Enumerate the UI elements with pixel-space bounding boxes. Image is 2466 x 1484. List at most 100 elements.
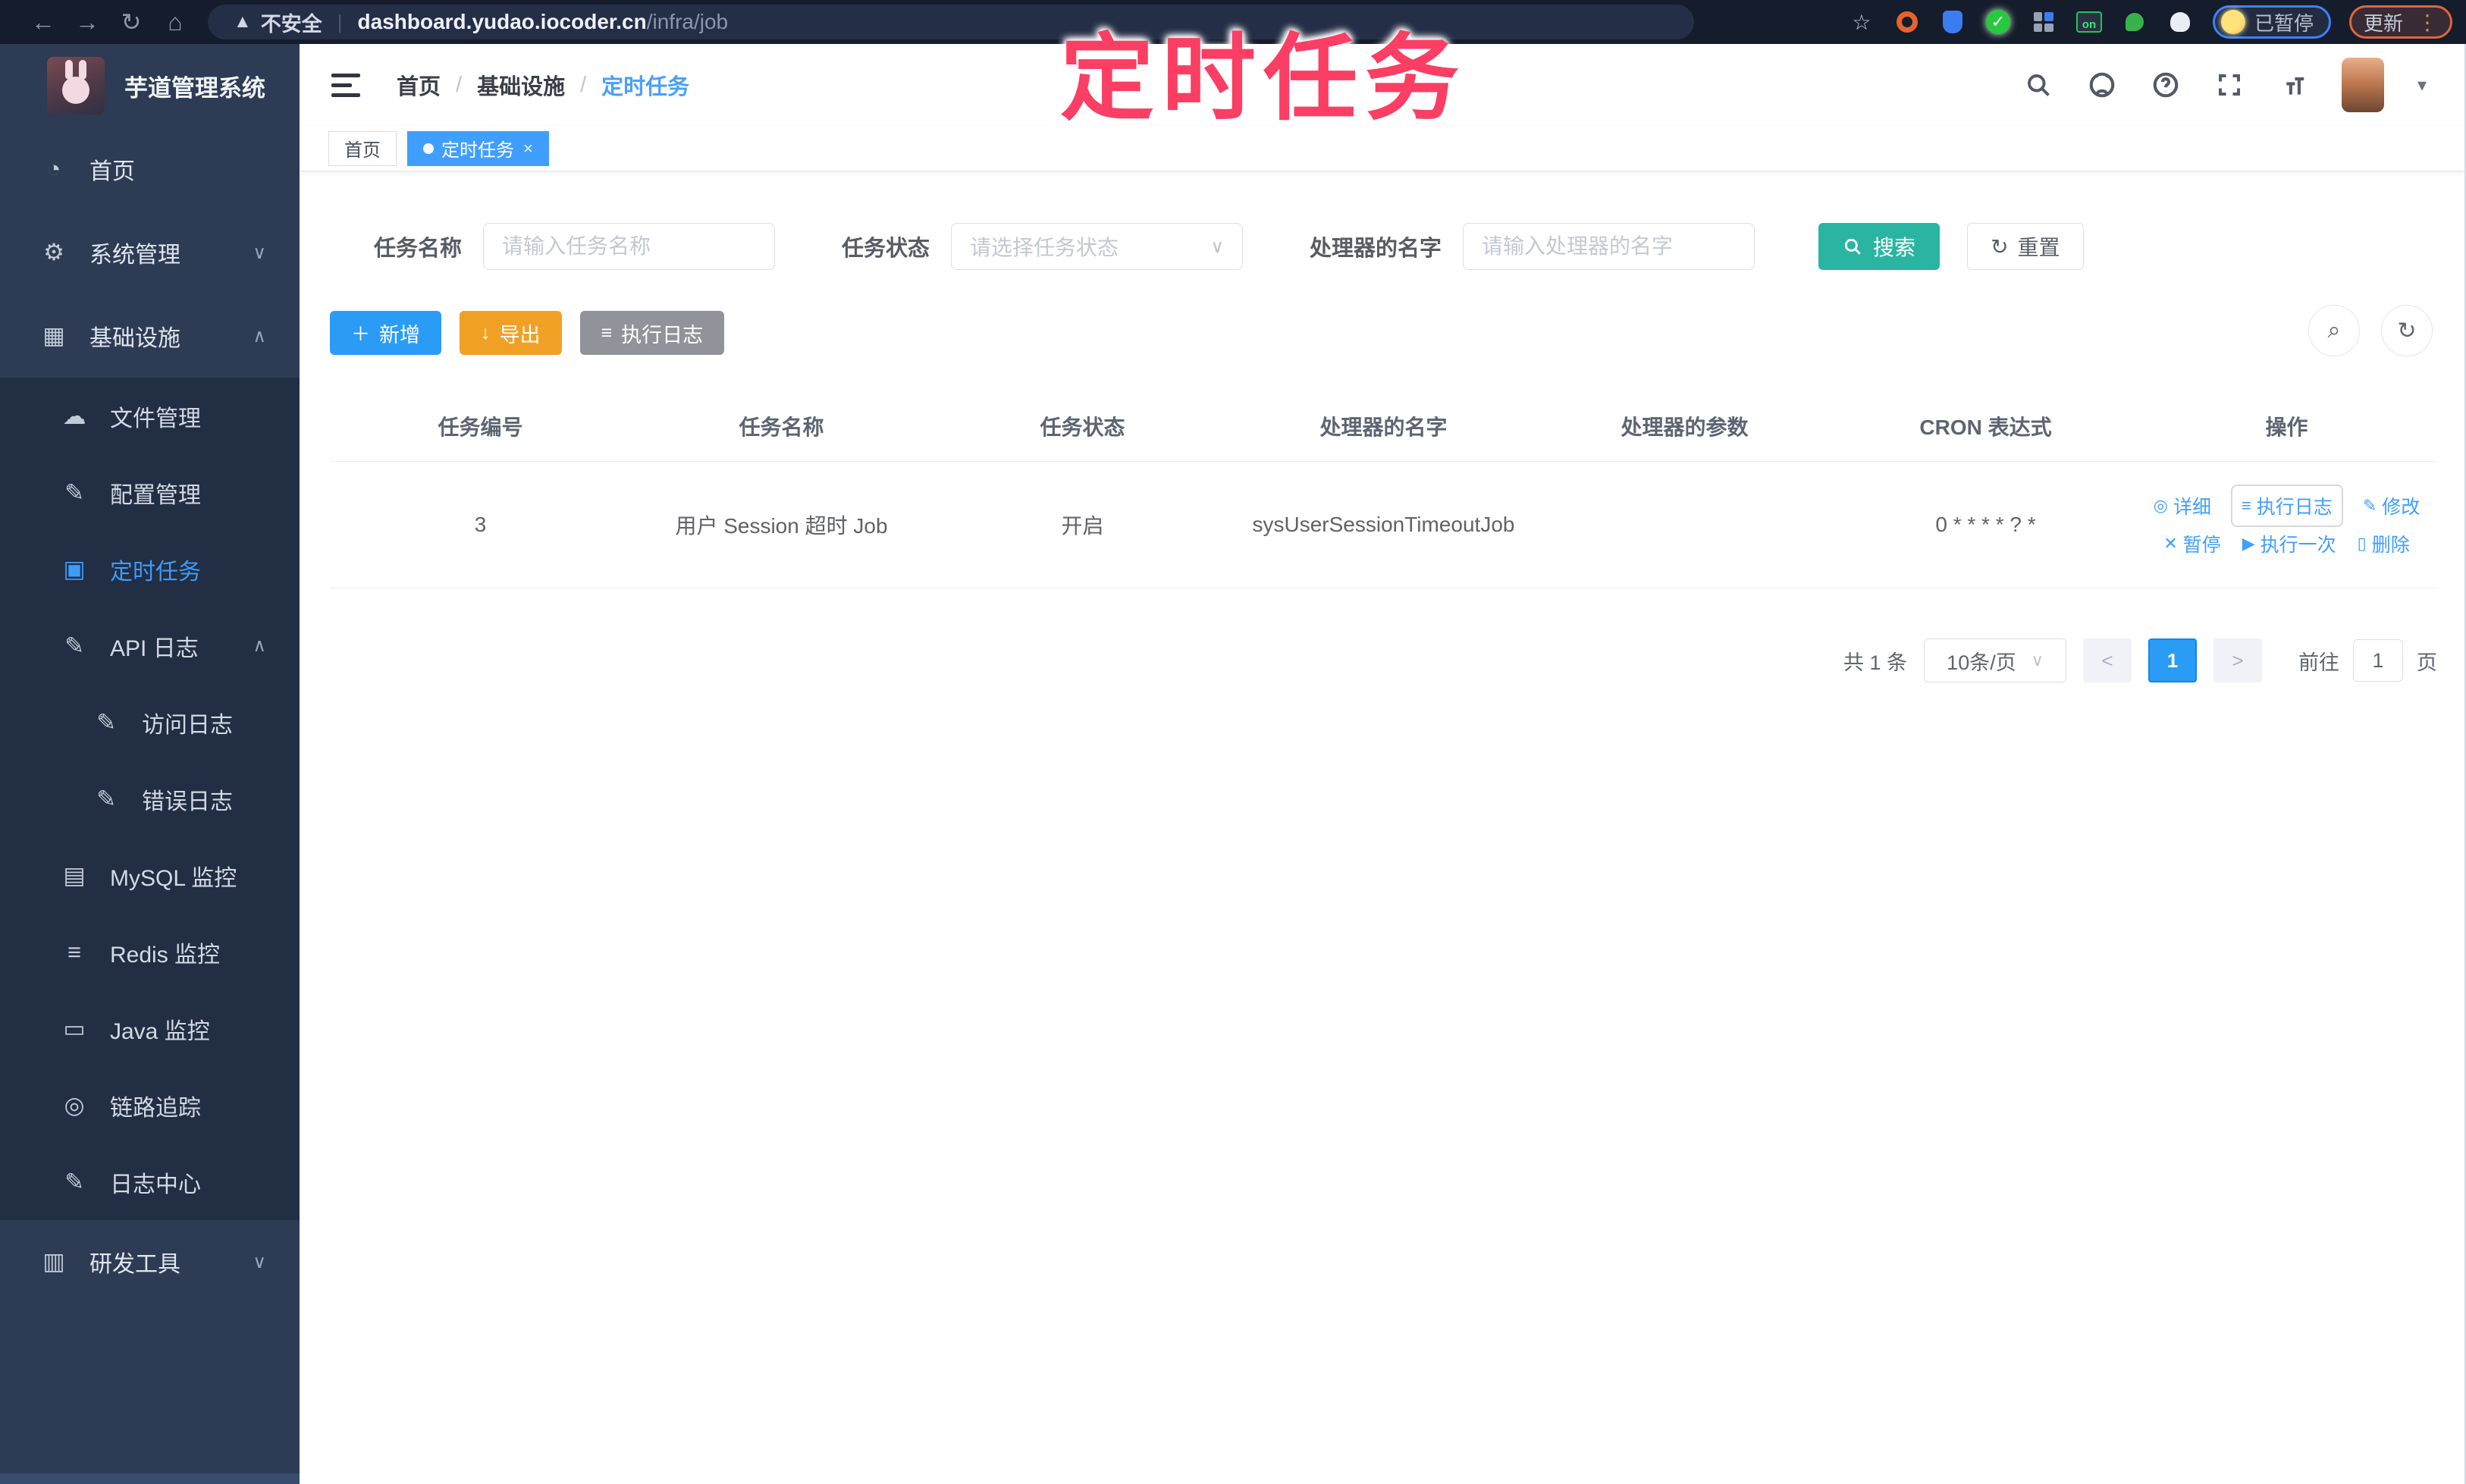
- warning-icon: ▲: [234, 11, 252, 32]
- sidebar-item-label: API 日志: [110, 635, 199, 661]
- on-badge-extension-icon[interactable]: on: [2075, 8, 2104, 36]
- fullscreen-icon[interactable]: [2214, 70, 2245, 100]
- tab-0[interactable]: 首页: [328, 130, 397, 166]
- api-log-icon: ✎: [64, 632, 84, 659]
- sidebar-item-11[interactable]: ▭ Java 监控: [0, 990, 300, 1067]
- op-pen-link[interactable]: ✎ 修改: [2363, 492, 2420, 519]
- exec-log-button[interactable]: ≡ 执行日志: [579, 311, 725, 355]
- home-icon[interactable]: ⌂: [153, 8, 197, 36]
- handler-name-input[interactable]: [1482, 234, 1737, 259]
- op-play-link[interactable]: ▶ 执行一次: [2242, 530, 2336, 557]
- breadcrumb-item-0[interactable]: 首页: [397, 69, 441, 101]
- cell-handler-name: sysUserSessionTimeoutJob: [1233, 461, 1534, 588]
- recording-paused-pill[interactable]: 已暂停: [2212, 5, 2331, 39]
- browser-update-pill[interactable]: 更新 ⋮: [2348, 5, 2452, 39]
- tab-1[interactable]: 定时任务 ×: [407, 130, 549, 166]
- sidebar-item-14[interactable]: ▥ 研发工具 ∨: [0, 1220, 300, 1304]
- plus-icon: ＋: [351, 324, 371, 345]
- sidebar-item-label: 基础设施: [89, 326, 180, 351]
- op-trash-link[interactable]: ▯ 删除: [2358, 530, 2410, 557]
- table-row[interactable]: 3 用户 Session 超时 Job 开启 sysUserSessionTim…: [330, 461, 2437, 588]
- green-sprout-extension-icon[interactable]: [2120, 8, 2149, 36]
- caret-down-icon[interactable]: ▾: [2417, 74, 2427, 96]
- op-log-link[interactable]: ≡ 执行日志: [2230, 485, 2343, 527]
- op-pause-link[interactable]: ✕ 暂停: [2163, 530, 2220, 557]
- trash-icon: ▯: [2357, 534, 2367, 553]
- kebab-menu-icon[interactable]: ⋮: [2417, 10, 2438, 35]
- sidebar-item-2[interactable]: ▦ 基础设施 ∧: [0, 294, 300, 378]
- refresh-icon[interactable]: ↻: [2381, 305, 2433, 356]
- prev-page-button[interactable]: <: [2083, 638, 2132, 682]
- job-name-input[interactable]: [502, 234, 757, 259]
- sidebar-item-label: 定时任务: [110, 559, 201, 585]
- sidebar-menu: ◔ 首页 ⚙ 系统管理 ∨ ▦ 基础设施 ∧ ☁ 文件管理 ✎ 配置管理 ▣ 定时任务 ✎ API 日志 ∧ ✎ 访…: [0, 127, 300, 1304]
- font-size-icon[interactable]: [2278, 70, 2308, 100]
- bookmark-star-icon[interactable]: ☆: [1847, 8, 1876, 36]
- back-icon[interactable]: ←: [21, 8, 65, 36]
- sidebar-item-5[interactable]: ▣ 定时任务: [0, 531, 300, 607]
- sidebar-item-12[interactable]: ◎ 链路追踪: [0, 1067, 300, 1144]
- sidebar-item-7[interactable]: ✎ 访问日志: [0, 684, 300, 761]
- sidebar-logo-row[interactable]: 芋道管理系统: [0, 44, 300, 127]
- reset-button[interactable]: ↻ 重置: [1967, 223, 2084, 270]
- handler-name-field[interactable]: [1463, 223, 1755, 270]
- orange-ring-extension-icon[interactable]: [1893, 8, 1922, 36]
- pagination-total: 共 1 条: [1843, 651, 1907, 674]
- user-avatar[interactable]: [2341, 58, 2384, 112]
- log-center-icon: ✎: [64, 1168, 84, 1195]
- column-header-6: 操作: [2136, 390, 2437, 462]
- export-button-label: 导出: [499, 323, 541, 347]
- gear-icon: ⚙: [43, 239, 64, 265]
- op-eye-link[interactable]: ◎ 详细: [2154, 492, 2211, 519]
- search-icon[interactable]: [2023, 70, 2053, 100]
- chevron-down-icon: ∨: [253, 1251, 266, 1272]
- add-button[interactable]: ＋ 新增: [330, 311, 442, 355]
- close-icon[interactable]: ×: [523, 139, 533, 158]
- hamburger-icon[interactable]: [331, 73, 360, 97]
- cell-handler-param: [1534, 461, 1835, 588]
- sidebar-item-9[interactable]: ▤ MySQL 监控: [0, 837, 300, 914]
- job-name-field[interactable]: [483, 223, 776, 270]
- breadcrumb-separator: /: [580, 72, 587, 97]
- paused-badge: 已暂停: [2254, 11, 2314, 35]
- security-label[interactable]: 不安全: [261, 8, 322, 37]
- goto-label: 前往: [2298, 651, 2339, 674]
- sidebar-item-3[interactable]: ☁ 文件管理: [0, 378, 300, 454]
- breadcrumb-item-2[interactable]: 定时任务: [601, 69, 689, 101]
- reload-icon[interactable]: ↻: [109, 8, 153, 36]
- job-name-label: 任务名称: [374, 237, 463, 261]
- page-content: 任务名称 任务状态 请选择任务状态 ∨ 处理器的名字 搜索: [300, 171, 2466, 1484]
- sidebar-item-4[interactable]: ✎ 配置管理: [0, 454, 300, 531]
- breadcrumb-item-1[interactable]: 基础设施: [477, 69, 565, 101]
- column-header-1: 任务名称: [631, 390, 932, 462]
- sidebar-item-13[interactable]: ✎ 日志中心: [0, 1144, 300, 1220]
- sidebar-item-10[interactable]: ≡ Redis 监控: [0, 914, 300, 990]
- column-header-0: 任务编号: [330, 390, 631, 462]
- table-toolbar: ＋ 新增 ↓ 导出 ≡ 执行日志 ⌕ ↻: [330, 305, 2437, 356]
- sidebar-item-1[interactable]: ⚙ 系统管理 ∨: [0, 211, 300, 294]
- job-status-select[interactable]: 请选择任务状态 ∨: [951, 223, 1244, 270]
- sidebar-item-label: 文件管理: [110, 406, 201, 431]
- page-size-select[interactable]: 10条/页 ∨: [1924, 638, 2066, 682]
- blue-gem-extension-icon[interactable]: [1938, 8, 1967, 36]
- reset-button-label: 重置: [2017, 236, 2060, 259]
- export-button[interactable]: ↓ 导出: [460, 311, 562, 355]
- sidebar-item-0[interactable]: ◔ 首页: [0, 127, 300, 211]
- github-icon[interactable]: [2087, 70, 2117, 100]
- update-button[interactable]: 更新: [2364, 8, 2403, 36]
- jobs-table: 任务编号 任务名称 任务状态 处理器的名字 处理器的参数 CRON 表达式 操作 3 用户 …: [330, 390, 2437, 588]
- grid-extension-icon[interactable]: [2029, 8, 2058, 36]
- green-check-extension-icon[interactable]: ✓: [1984, 8, 2013, 36]
- search-button[interactable]: 搜索: [1818, 223, 1940, 270]
- next-page-button[interactable]: >: [2213, 638, 2262, 682]
- sidebar-item-6[interactable]: ✎ API 日志 ∧: [0, 607, 300, 684]
- add-button-label: 新增: [379, 323, 421, 347]
- help-icon[interactable]: [2151, 70, 2181, 100]
- sidebar-item-8[interactable]: ✎ 错误日志: [0, 761, 300, 837]
- forward-icon[interactable]: →: [65, 8, 109, 36]
- search-toggle-icon[interactable]: ⌕: [2308, 305, 2360, 356]
- goto-page-input[interactable]: [2353, 639, 2403, 682]
- white-paw-extension-icon[interactable]: [2166, 8, 2195, 36]
- current-page-button[interactable]: 1: [2148, 638, 2197, 682]
- address-bar[interactable]: ▲ 不安全 | dashboard.yudao.iocoder.cn /infr…: [208, 5, 1694, 39]
